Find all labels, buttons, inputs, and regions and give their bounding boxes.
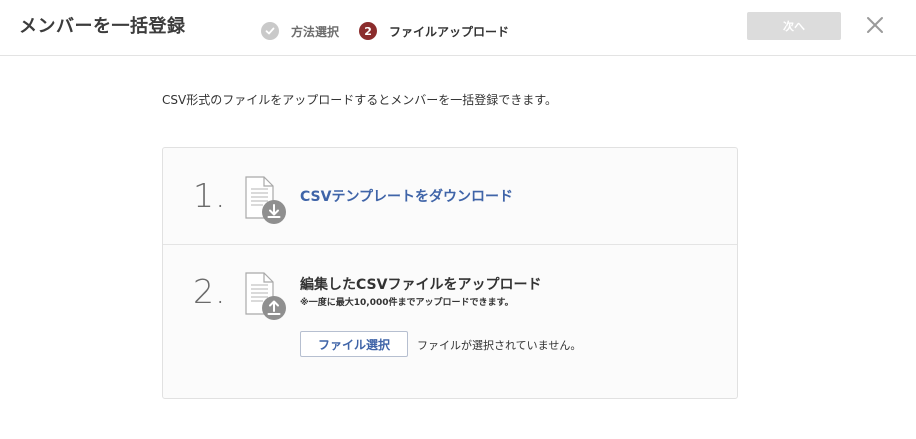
upload-steps-card: 1. CSVテンプレートをダウンロード 2. 編集したCSVファイルをアップロー… — [162, 147, 738, 399]
modal-header: メンバーを一括登録 方法選択 2 ファイルアップロード 次へ — [0, 0, 916, 56]
step-indicator: 方法選択 2 ファイルアップロード — [261, 22, 509, 40]
step-file-upload: 2 ファイルアップロード — [359, 22, 509, 40]
document-upload-icon — [243, 272, 289, 322]
modal-title: メンバーを一括登録 — [19, 16, 186, 37]
file-status-text: ファイルが選択されていません。 — [417, 339, 582, 352]
step2-number: 2. — [193, 272, 227, 311]
upload-limit-note: ※一度に最大10,000件までアップロードできます。 — [300, 298, 514, 308]
next-button[interactable]: 次へ — [747, 12, 841, 40]
intro-text: CSV形式のファイルをアップロードするとメンバーを一括登録できます。 — [162, 93, 558, 107]
step-number-badge: 2 — [359, 22, 378, 40]
file-select-button[interactable]: ファイル選択 — [300, 331, 408, 357]
download-template-link[interactable]: CSVテンプレートをダウンロード — [300, 186, 513, 206]
document-download-icon — [243, 176, 289, 226]
step1-number: 1. — [193, 176, 227, 215]
close-icon[interactable] — [864, 14, 886, 36]
step-label: 方法選択 — [291, 24, 340, 39]
step1-row: 1. CSVテンプレートをダウンロード — [163, 148, 737, 245]
step2-row: 2. 編集したCSVファイルをアップロード ※一度に最大10,000件までアップ… — [163, 245, 737, 398]
upload-title: 編集したCSVファイルをアップロード — [300, 277, 542, 293]
step-label: ファイルアップロード — [389, 24, 510, 39]
step-method-select: 方法選択 — [261, 22, 339, 40]
check-icon — [261, 22, 279, 40]
